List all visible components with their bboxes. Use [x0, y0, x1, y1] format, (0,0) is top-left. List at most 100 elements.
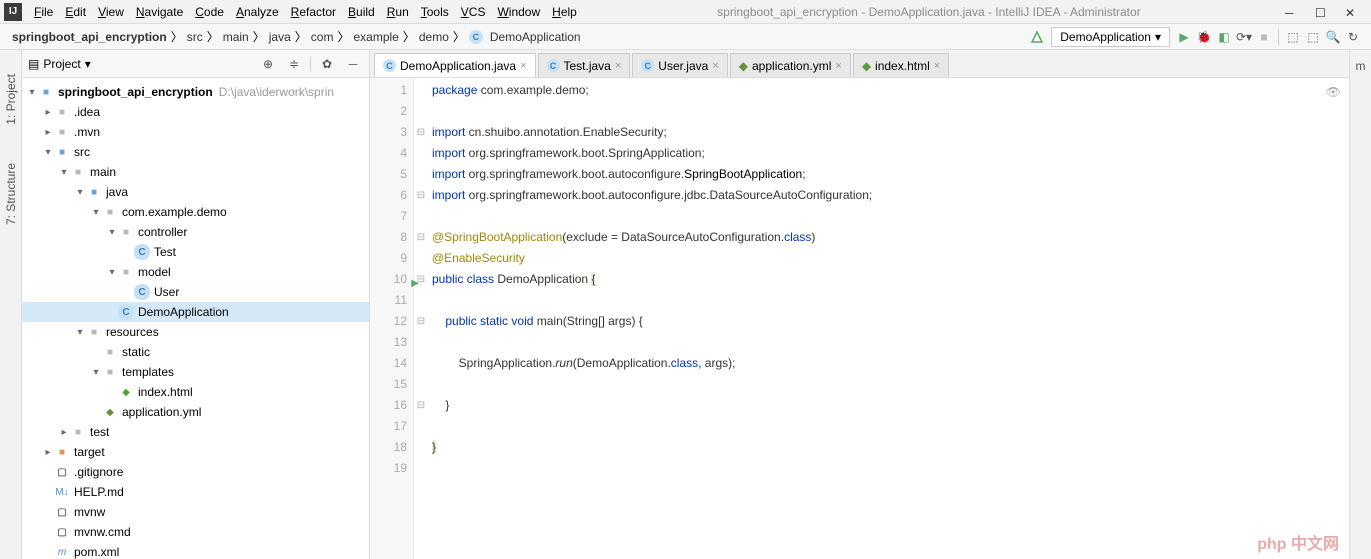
maximize-icon[interactable]: ☐ — [1315, 6, 1327, 18]
menu-refactor[interactable]: Refactor — [285, 5, 342, 19]
gear-icon[interactable]: ✿ — [317, 54, 337, 74]
debug-button[interactable]: 🐞 — [1194, 27, 1214, 47]
menu-code[interactable]: Code — [189, 5, 230, 19]
tree-mvnw-cmd[interactable]: ▢mvnw.cmd — [22, 522, 369, 542]
menu-vcs[interactable]: VCS — [455, 5, 492, 19]
folder-icon: ■ — [102, 364, 118, 380]
tree-java[interactable]: ▾■java — [22, 182, 369, 202]
run-gutter-icon[interactable]: ▶ — [411, 273, 419, 294]
tab-application-yml[interactable]: ◆application.yml× — [730, 53, 851, 77]
menu-run[interactable]: Run — [381, 5, 415, 19]
md-icon: M↓ — [54, 484, 70, 500]
search-icon[interactable]: 🔍 — [1323, 27, 1343, 47]
tree-root[interactable]: ▾■springboot_api_encryptionD:\java\iderw… — [22, 82, 369, 102]
menu-analyze[interactable]: Analyze — [230, 5, 285, 19]
class-icon: C — [134, 244, 150, 260]
git-commit-icon[interactable]: ⬚ — [1303, 27, 1323, 47]
tree-demoapp-class[interactable]: CDemoApplication — [22, 302, 369, 322]
breadcrumb[interactable]: springboot_api_encryption — [8, 30, 171, 44]
line-gutter[interactable]: 12345678910▶111213141516171819 — [370, 78, 414, 559]
breadcrumb[interactable]: java — [265, 30, 295, 44]
tree-gitignore[interactable]: ▢.gitignore — [22, 462, 369, 482]
toolwindow-structure[interactable]: 7: Structure — [2, 159, 20, 229]
menu-window[interactable]: Window — [491, 5, 546, 19]
tree-mvn[interactable]: ▸■.mvn — [22, 122, 369, 142]
editor-tabs: CDemoApplication.java×CTest.java×CUser.j… — [370, 50, 1349, 78]
package-icon: ■ — [102, 204, 118, 220]
menu-edit[interactable]: Edit — [59, 5, 92, 19]
project-tree[interactable]: ▾■springboot_api_encryptionD:\java\iderw… — [22, 78, 369, 559]
tree-pom[interactable]: mpom.xml — [22, 542, 369, 559]
collapse-icon[interactable]: ≑ — [284, 54, 304, 74]
tree-help-md[interactable]: M↓HELP.md — [22, 482, 369, 502]
stop-button[interactable]: ■ — [1254, 27, 1274, 47]
close-tab-icon[interactable]: × — [934, 60, 940, 72]
tree-model[interactable]: ▾■model — [22, 262, 369, 282]
tab-user-java[interactable]: CUser.java× — [632, 53, 727, 77]
minimize-icon[interactable]: ─ — [1285, 6, 1297, 18]
tree-pkg[interactable]: ▾■com.example.demo — [22, 202, 369, 222]
toolwindow-project[interactable]: 1: Project — [2, 70, 20, 129]
code-body[interactable]: package com.example.demo;import cn.shuib… — [428, 78, 1349, 559]
menubar: IJ FileEditViewNavigateCodeAnalyzeRefact… — [0, 0, 1371, 24]
coverage-button[interactable]: ◧ — [1214, 27, 1234, 47]
package-icon: ■ — [118, 264, 134, 280]
breadcrumb[interactable]: example — [349, 30, 402, 44]
tree-resources[interactable]: ▾■resources — [22, 322, 369, 342]
tree-index-html[interactable]: ◆index.html — [22, 382, 369, 402]
breadcrumb[interactable]: src — [183, 30, 207, 44]
menu-help[interactable]: Help — [546, 5, 583, 19]
tree-test[interactable]: ▸■test — [22, 422, 369, 442]
tab-test-java[interactable]: CTest.java× — [538, 53, 631, 77]
close-tab-icon[interactable]: × — [520, 60, 526, 72]
tree-main[interactable]: ▾■main — [22, 162, 369, 182]
project-panel-title[interactable]: ▤ Project ▾ — [28, 57, 91, 71]
folder-icon: ■ — [54, 444, 70, 460]
tab-demoapplication-java[interactable]: CDemoApplication.java× — [374, 53, 536, 77]
folder-icon: ■ — [70, 164, 86, 180]
menu-tools[interactable]: Tools — [415, 5, 455, 19]
close-tab-icon[interactable]: × — [615, 60, 621, 72]
folder-icon: ■ — [86, 184, 102, 200]
class-icon: C — [134, 284, 150, 300]
tree-test-class[interactable]: CTest — [22, 242, 369, 262]
right-toolwindow-bar: m — [1349, 50, 1371, 559]
close-tab-icon[interactable]: × — [835, 60, 841, 72]
window-title: springboot_api_encryption - DemoApplicat… — [583, 5, 1275, 19]
close-icon[interactable]: ✕ — [1345, 6, 1357, 18]
run-button[interactable]: ▶ — [1174, 27, 1194, 47]
tree-target[interactable]: ▸■target — [22, 442, 369, 462]
tab-index-html[interactable]: ◆index.html× — [853, 53, 949, 77]
build-icon[interactable] — [1027, 27, 1047, 47]
breadcrumb[interactable]: CDemoApplication — [465, 30, 585, 44]
tree-static[interactable]: ■static — [22, 342, 369, 362]
inspection-eye-icon[interactable]: 👁 — [1326, 82, 1341, 103]
tree-user-class[interactable]: CUser — [22, 282, 369, 302]
breadcrumb[interactable]: com — [307, 30, 338, 44]
run-config-label: DemoApplication — [1060, 30, 1151, 44]
menu-view[interactable]: View — [92, 5, 130, 19]
maven-icon[interactable]: m — [1351, 56, 1371, 76]
tree-mvnw[interactable]: ▢mvnw — [22, 502, 369, 522]
tree-templates[interactable]: ▾■templates — [22, 362, 369, 382]
menu-navigate[interactable]: Navigate — [130, 5, 189, 19]
fold-column[interactable]: ⊟⊟⊟⊟⊟⊟ — [414, 78, 428, 559]
code-area[interactable]: 12345678910▶111213141516171819 ⊟⊟⊟⊟⊟⊟ pa… — [370, 78, 1349, 559]
settings-icon[interactable]: ↻ — [1343, 27, 1363, 47]
tree-controller[interactable]: ▾■controller — [22, 222, 369, 242]
tree-src[interactable]: ▾■src — [22, 142, 369, 162]
locate-icon[interactable]: ⊕ — [258, 54, 278, 74]
tree-idea[interactable]: ▸■.idea — [22, 102, 369, 122]
close-tab-icon[interactable]: × — [712, 60, 718, 72]
tree-app-yml[interactable]: ◆application.yml — [22, 402, 369, 422]
git-update-icon[interactable]: ⬚ — [1283, 27, 1303, 47]
breadcrumb[interactable]: demo — [415, 30, 453, 44]
breadcrumb[interactable]: main — [219, 30, 253, 44]
left-toolwindow-bar: 1: Project 7: Structure — [0, 50, 22, 559]
menu-build[interactable]: Build — [342, 5, 381, 19]
menu-file[interactable]: File — [28, 5, 59, 19]
profile-button[interactable]: ⟳▾ — [1234, 27, 1254, 47]
file-icon: ▢ — [54, 524, 70, 540]
run-config-select[interactable]: DemoApplication ▾ — [1051, 27, 1170, 47]
hide-icon[interactable]: ─ — [343, 54, 363, 74]
